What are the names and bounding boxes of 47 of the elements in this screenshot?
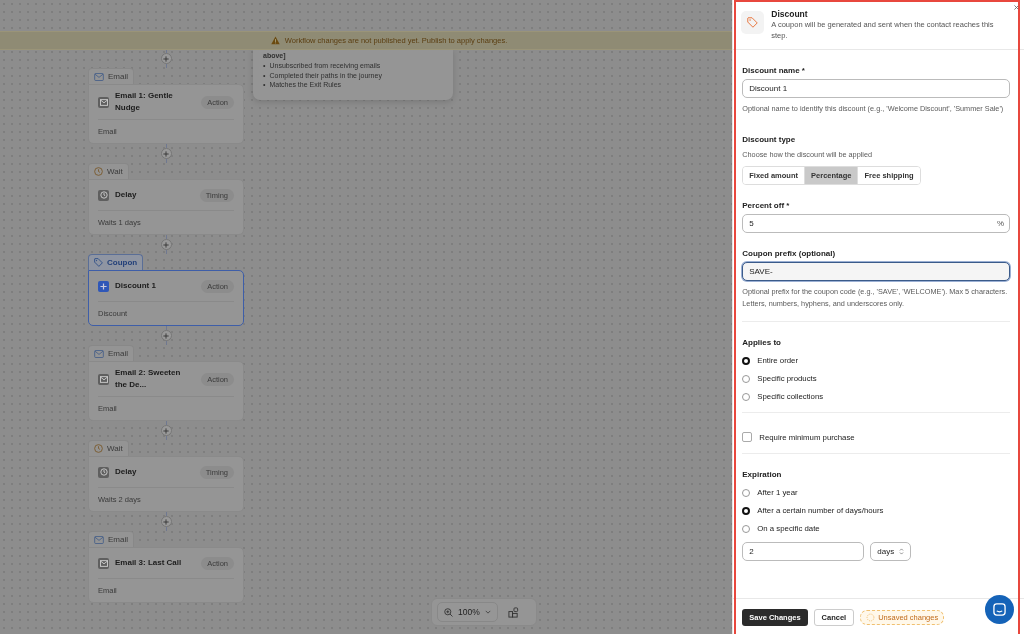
field-label: Discount name *	[742, 66, 805, 75]
expiration-amount-field[interactable]: 2	[742, 542, 865, 561]
panel-title: Discount	[771, 9, 809, 19]
percent-suffix: %	[996, 219, 1004, 228]
warning-icon	[270, 36, 280, 45]
step-icon	[98, 280, 109, 292]
tag-icon	[741, 11, 765, 34]
section-label: Applies to	[742, 338, 781, 347]
step-title: Delay	[115, 466, 138, 478]
add-step-button[interactable]	[160, 53, 172, 64]
step-icon	[98, 189, 109, 201]
zoom-in-icon	[444, 607, 453, 617]
radio-button[interactable]	[742, 356, 751, 365]
section-label: Expiration	[742, 470, 782, 479]
chevron-up-down-icon	[899, 548, 905, 555]
envelope-icon	[94, 72, 104, 81]
coupon-prefix-field[interactable]: SAVE-	[742, 262, 1010, 281]
zoom-dropdown[interactable]: 100%	[437, 602, 498, 622]
step-title: Email 3: Last Call	[115, 557, 183, 569]
radio-button[interactable]	[742, 506, 751, 515]
envelope-icon	[94, 535, 104, 544]
section-label: Discount type	[742, 135, 796, 144]
envelope-icon	[94, 349, 104, 358]
step-title: Email 1: Gentle Nudge	[115, 90, 174, 114]
add-step-button[interactable]	[160, 516, 172, 527]
chat-icon	[993, 603, 1006, 616]
add-step-button[interactable]	[160, 148, 172, 159]
step-icon	[98, 373, 109, 385]
field-label: Coupon prefix (optional)	[742, 249, 836, 258]
caret-icon	[484, 610, 491, 614]
field-label: Percent off *	[742, 201, 790, 210]
discount-name-field[interactable]: Discount 1	[742, 79, 1010, 98]
step-icon	[98, 557, 109, 569]
clock-icon	[94, 444, 103, 453]
layout-icon[interactable]	[507, 606, 519, 618]
add-step-button[interactable]	[160, 330, 172, 341]
add-step-button[interactable]	[160, 425, 172, 436]
tag-icon	[94, 258, 103, 267]
unit-select[interactable]: days	[870, 542, 912, 561]
step-title: Email 2: Sweeten the De...	[115, 367, 182, 391]
add-step-button[interactable]	[160, 239, 172, 250]
close-button[interactable]	[1013, 4, 1020, 11]
step-title: Delay	[115, 189, 138, 201]
step-icon	[98, 96, 109, 108]
clock-icon	[94, 167, 103, 176]
step-title: Discount 1	[115, 280, 157, 292]
step-icon	[98, 466, 109, 478]
